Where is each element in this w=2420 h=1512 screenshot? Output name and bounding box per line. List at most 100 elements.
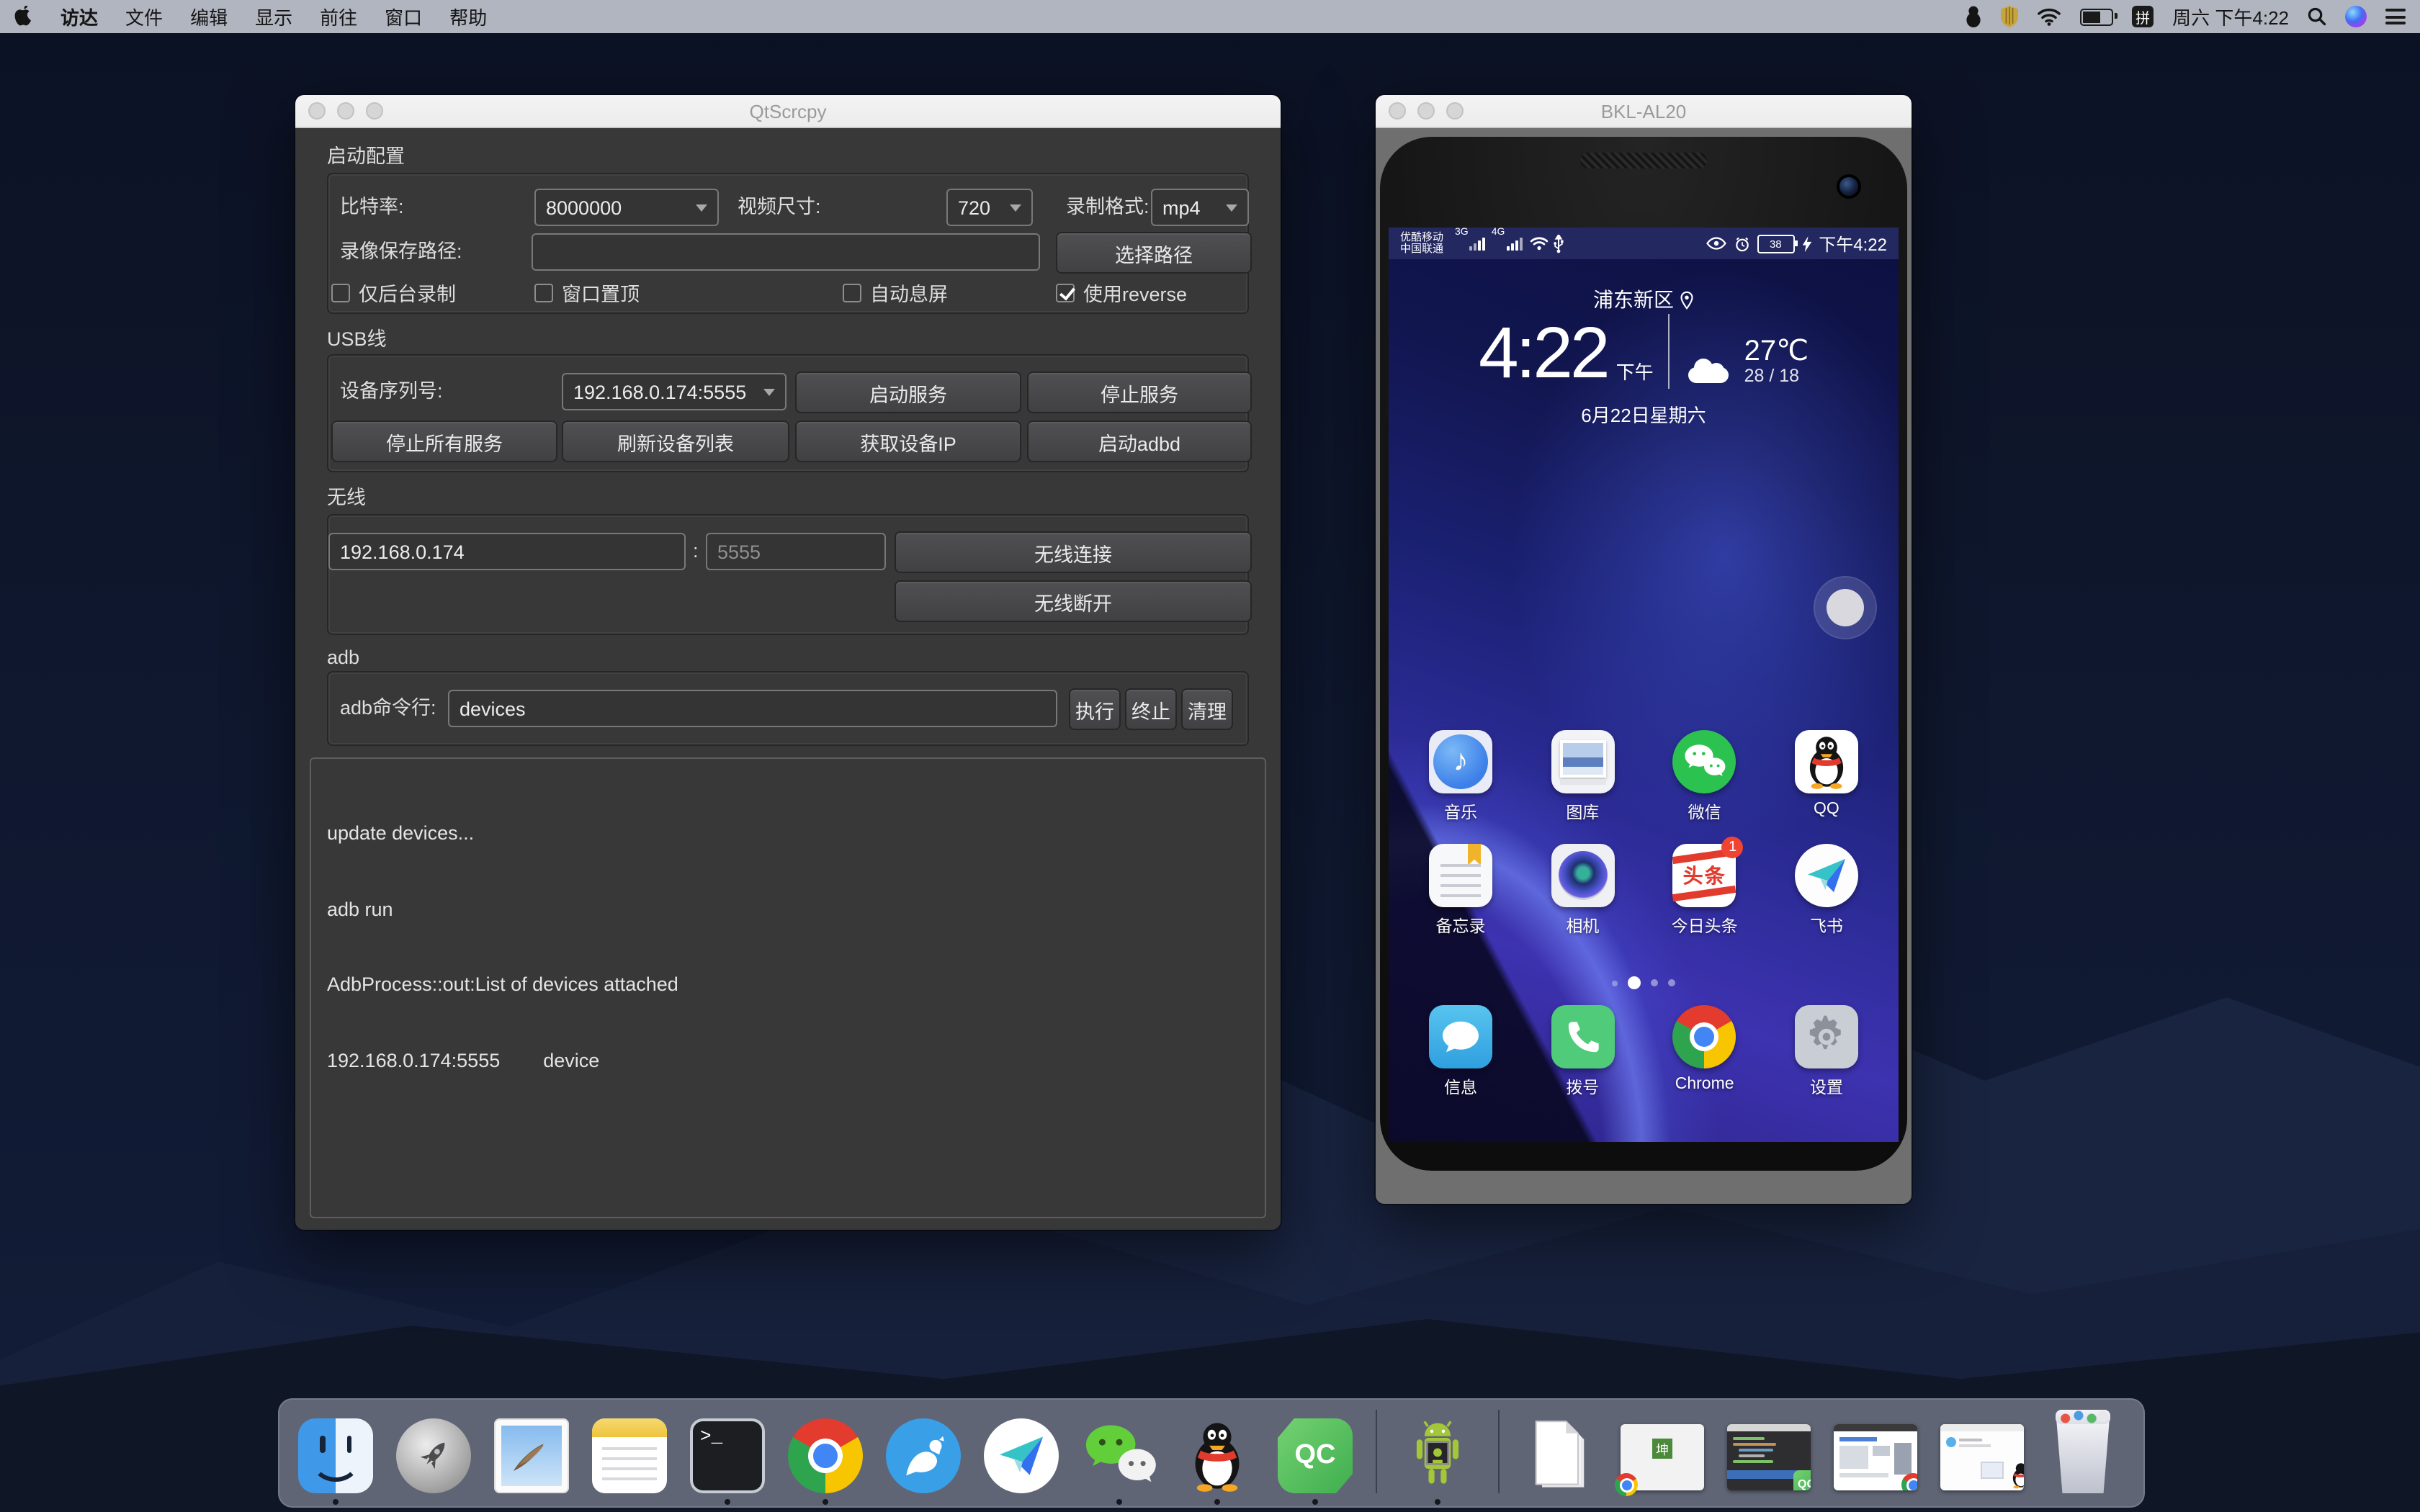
dock-item-sealion-app[interactable] bbox=[886, 1418, 961, 1493]
close-button[interactable] bbox=[308, 102, 326, 120]
close-button[interactable] bbox=[1389, 102, 1406, 120]
video-size-combo[interactable]: 720 bbox=[946, 189, 1033, 226]
device-serial-value: 192.168.0.174:5555 bbox=[573, 381, 746, 402]
menu-item-finder[interactable]: 访达 bbox=[60, 3, 98, 30]
widget-time: 4:22 bbox=[1479, 317, 1608, 389]
app-camera[interactable]: 相机 bbox=[1531, 844, 1634, 937]
clock-weather-widget[interactable]: 4:22 下午 27℃ 28 / 18 bbox=[1389, 314, 1899, 389]
adb-terminate-button[interactable]: 终止 bbox=[1125, 688, 1177, 730]
menu-item-go[interactable]: 前往 bbox=[320, 3, 357, 30]
app-gallery[interactable]: 图库 bbox=[1531, 730, 1634, 824]
start-service-button[interactable]: 启动服务 bbox=[795, 372, 1021, 413]
start-adbd-button[interactable]: 启动adbd bbox=[1027, 420, 1252, 462]
wireless-connect-button[interactable]: 无线连接 bbox=[895, 531, 1252, 573]
zoom-button[interactable] bbox=[1446, 102, 1464, 120]
auto-screen-off-checkbox[interactable]: 自动息屏 bbox=[843, 281, 948, 304]
menu-item-file[interactable]: 文件 bbox=[125, 3, 163, 30]
use-reverse-checkbox[interactable]: 使用reverse bbox=[1056, 281, 1187, 304]
qq-app-icon bbox=[1795, 730, 1858, 793]
dock-item-wechat[interactable] bbox=[1082, 1418, 1157, 1493]
dock-item-terminal[interactable]: >_ bbox=[690, 1418, 765, 1493]
stop-service-button[interactable]: 停止服务 bbox=[1027, 372, 1252, 413]
dock-item-documents-stack[interactable] bbox=[1523, 1418, 1597, 1493]
wifi-icon[interactable] bbox=[2037, 7, 2061, 26]
adb-log-output[interactable]: update devices... adb run AdbProcess::ou… bbox=[310, 757, 1266, 1218]
menu-item-view[interactable]: 显示 bbox=[255, 3, 292, 30]
notification-center-icon[interactable] bbox=[2385, 9, 2406, 24]
location-row[interactable]: 浦东新区 bbox=[1389, 285, 1899, 314]
always-on-top-checkbox[interactable]: 窗口置顶 bbox=[534, 281, 640, 304]
app-wechat[interactable]: 微信 bbox=[1653, 730, 1757, 824]
app-row-2: 备忘录 相机 头条 1 今日头条 bbox=[1409, 844, 1878, 937]
app-label: 拨号 bbox=[1566, 1076, 1599, 1099]
battery-icon[interactable] bbox=[2080, 8, 2113, 25]
dock-item-trash[interactable] bbox=[2047, 1410, 2119, 1493]
dock-item-chrome[interactable] bbox=[788, 1418, 863, 1493]
app-messages[interactable]: 信息 bbox=[1409, 1005, 1512, 1099]
location-pin-icon bbox=[1680, 290, 1694, 309]
adb-clear-button[interactable]: 清理 bbox=[1181, 688, 1233, 730]
app-label: 微信 bbox=[1688, 801, 1721, 824]
app-music[interactable]: ♪ 音乐 bbox=[1409, 730, 1512, 824]
menu-bar-clock[interactable]: 周六 下午4:22 bbox=[2172, 3, 2289, 30]
app-qq[interactable]: QQ bbox=[1775, 730, 1878, 824]
record-path-input[interactable] bbox=[532, 233, 1040, 271]
choose-path-button[interactable]: 选择路径 bbox=[1056, 232, 1252, 274]
adb-command-input[interactable] bbox=[448, 690, 1057, 727]
floating-nav-ball[interactable] bbox=[1815, 577, 1876, 638]
record-format-label: 录制格式: bbox=[1066, 189, 1150, 226]
record-format-value: mp4 bbox=[1162, 197, 1201, 218]
wireless-disconnect-button[interactable]: 无线断开 bbox=[895, 580, 1252, 622]
record-format-combo[interactable]: mp4 bbox=[1151, 189, 1249, 226]
wireless-ip-input[interactable] bbox=[328, 533, 686, 570]
app-toutiao[interactable]: 头条 1 今日头条 bbox=[1653, 844, 1757, 937]
zoom-button[interactable] bbox=[366, 102, 383, 120]
app-chrome[interactable]: Chrome bbox=[1653, 1005, 1757, 1099]
dock-item-qtscrcpy[interactable]: QC bbox=[1278, 1418, 1353, 1493]
refresh-device-list-button[interactable]: 刷新设备列表 bbox=[562, 420, 789, 462]
spotlight-search-icon[interactable] bbox=[2308, 7, 2326, 26]
dock-minimized-window-code-editor[interactable]: QC bbox=[1727, 1424, 1811, 1490]
app-feishu[interactable]: 飞书 bbox=[1775, 844, 1878, 937]
pinyin-input-icon[interactable]: 拼 bbox=[2132, 6, 2154, 27]
dock-minimized-window-chrome-green[interactable]: 坤 bbox=[1621, 1424, 1704, 1490]
dock-item-notes[interactable] bbox=[592, 1418, 667, 1493]
wireless-port-input[interactable] bbox=[706, 533, 886, 570]
dock-item-launchpad[interactable] bbox=[396, 1418, 471, 1493]
phone-status-bar: 优酷移动 中国联通 3G 4G bbox=[1389, 228, 1899, 259]
background-record-checkbox[interactable]: 仅后台录制 bbox=[331, 281, 456, 304]
settings-app-icon bbox=[1795, 1005, 1858, 1068]
minimize-button[interactable] bbox=[337, 102, 354, 120]
dock-minimized-window-chrome-page[interactable] bbox=[1834, 1424, 1917, 1490]
launch-config-group: 比特率: 8000000 视频尺寸: 720 录制格式: mp4 录像保存路径:… bbox=[327, 173, 1249, 314]
dock-minimized-window-qq-chat[interactable] bbox=[1940, 1424, 2024, 1490]
sealion-app-icon bbox=[886, 1418, 961, 1493]
app-notes[interactable]: 备忘录 bbox=[1409, 844, 1512, 937]
battery-level-icon: 38 bbox=[1757, 234, 1794, 253]
siri-icon[interactable] bbox=[2345, 6, 2367, 27]
qtscrcpy-titlebar[interactable]: QtScrcpy bbox=[295, 95, 1281, 128]
menu-item-help[interactable]: 帮助 bbox=[449, 3, 487, 30]
dock-item-feishu[interactable] bbox=[984, 1418, 1059, 1493]
adb-execute-button[interactable]: 执行 bbox=[1069, 688, 1121, 730]
security-shield-icon[interactable] bbox=[2001, 6, 2018, 27]
device-serial-combo[interactable]: 192.168.0.174:5555 bbox=[562, 373, 786, 410]
minimize-button[interactable] bbox=[1417, 102, 1435, 120]
menu-item-window[interactable]: 窗口 bbox=[385, 3, 422, 30]
get-device-ip-button[interactable]: 获取设备IP bbox=[795, 420, 1021, 462]
app-label: 音乐 bbox=[1444, 801, 1477, 824]
qq-penguin-icon[interactable] bbox=[1965, 6, 1982, 27]
dock-item-mail[interactable] bbox=[494, 1418, 569, 1493]
phone-screen[interactable]: 优酷移动 中国联通 3G 4G bbox=[1389, 228, 1899, 1142]
phone-window-titlebar[interactable]: BKL-AL20 bbox=[1376, 95, 1912, 128]
stop-all-services-button[interactable]: 停止所有服务 bbox=[331, 420, 557, 462]
dock-item-finder[interactable] bbox=[298, 1418, 373, 1493]
menu-item-edit[interactable]: 编辑 bbox=[190, 3, 228, 30]
app-dialer[interactable]: 拨号 bbox=[1531, 1005, 1634, 1099]
dock-item-qq[interactable] bbox=[1180, 1418, 1255, 1493]
dock-item-scrcpy-android[interactable] bbox=[1400, 1418, 1475, 1493]
bitrate-combo[interactable]: 8000000 bbox=[534, 189, 719, 226]
apple-menu-icon[interactable] bbox=[14, 6, 33, 27]
record-path-label: 录像保存路径: bbox=[340, 233, 462, 271]
app-settings[interactable]: 设置 bbox=[1775, 1005, 1878, 1099]
